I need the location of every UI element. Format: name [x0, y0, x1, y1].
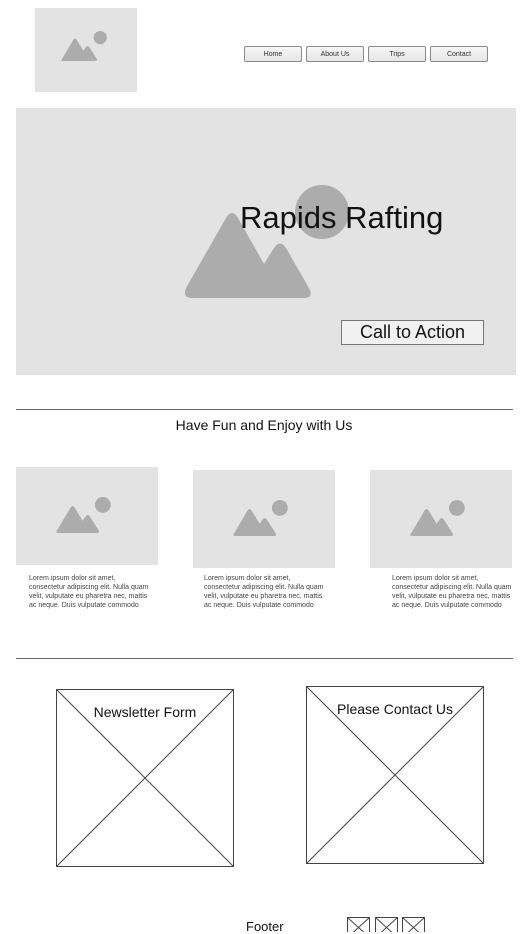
card-image	[16, 467, 158, 565]
section-tagline: Have Fun and Enjoy with Us	[175, 417, 353, 433]
call-to-action-button[interactable]: Call to Action	[341, 320, 484, 345]
placeholder-cross-icon	[347, 917, 370, 932]
section-divider	[16, 658, 513, 659]
newsletter-form-label: Newsletter Form	[93, 704, 197, 720]
nav-about-button[interactable]: About Us	[306, 46, 364, 62]
placeholder-cross-icon	[402, 917, 425, 932]
placeholder-cross-icon	[375, 917, 398, 932]
newsletter-form-placeholder[interactable]: Newsletter Form	[56, 689, 234, 867]
card-description: Lorem ipsum dolor sit amet, consectetur …	[204, 575, 324, 609]
contact-form-label: Please Contact Us	[337, 701, 453, 717]
image-placeholder-icon	[61, 31, 107, 61]
image-placeholder-icon	[410, 500, 465, 536]
social-icon-placeholder[interactable]	[402, 917, 425, 932]
nav-home-button[interactable]: Home	[244, 46, 302, 62]
contact-form-placeholder[interactable]: Please Contact Us	[306, 686, 484, 864]
card-description: Lorem ipsum dolor sit amet, consectetur …	[392, 575, 512, 609]
image-placeholder-icon	[233, 500, 288, 536]
hero-title: Rapids Rafting	[240, 200, 444, 235]
image-placeholder-icon	[56, 497, 111, 533]
nav-trips-button[interactable]: Trips	[368, 46, 426, 62]
social-icon-placeholder[interactable]	[375, 917, 398, 932]
card-image	[193, 470, 335, 568]
logo-placeholder	[35, 8, 137, 92]
section-divider	[16, 409, 513, 410]
card-description: Lorem ipsum dolor sit amet, consectetur …	[29, 575, 149, 609]
nav-contact-button[interactable]: Contact	[430, 46, 488, 62]
card-image	[370, 470, 512, 568]
social-icon-placeholder[interactable]	[347, 917, 370, 932]
